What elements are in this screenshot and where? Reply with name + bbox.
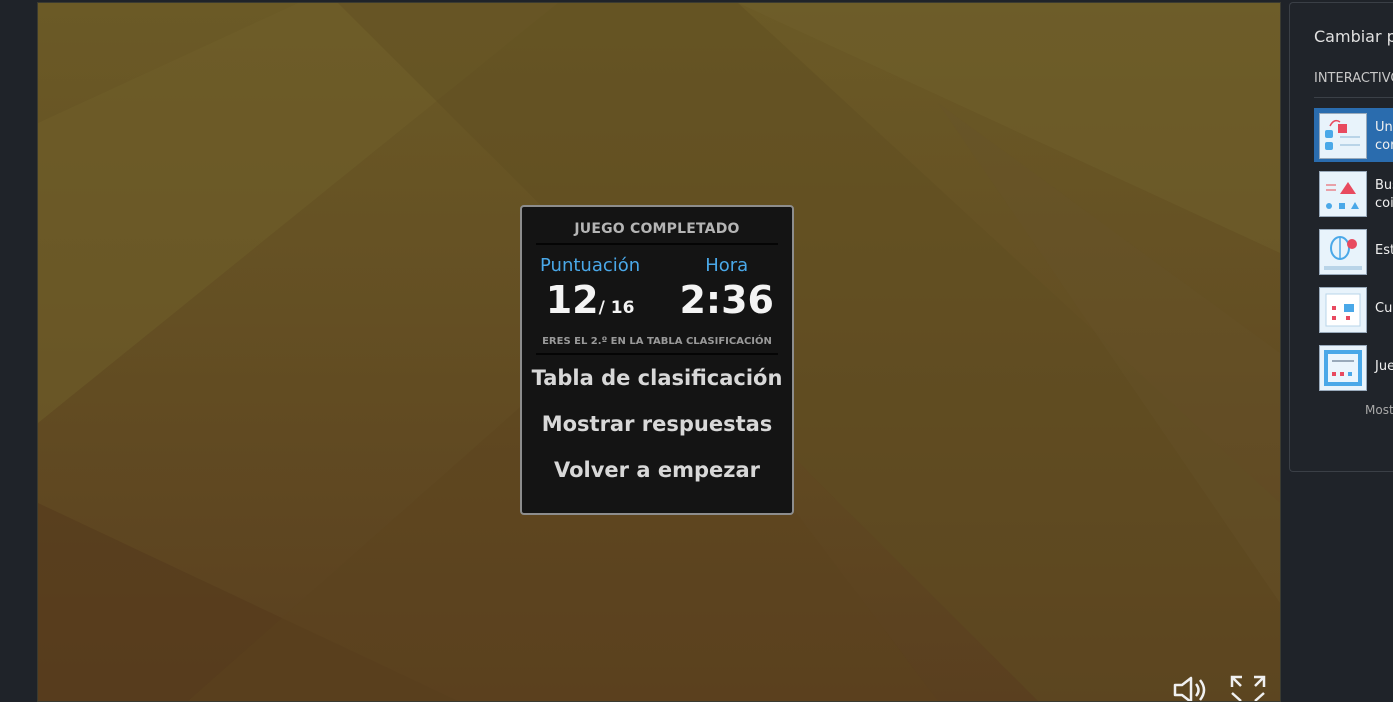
show-more-link[interactable]: Most (1365, 403, 1393, 417)
sound-button[interactable] (1171, 675, 1209, 701)
template-item-3[interactable]: Est (1314, 224, 1393, 278)
template-thumbnail (1319, 229, 1367, 275)
sidebar-title: Cambiar pl (1314, 27, 1393, 46)
template-sidebar: Cambiar pl INTERACTIVO Un cor (1289, 2, 1393, 472)
score-stat: Puntuación 12/ 16 (540, 255, 640, 332)
speaker-icon (1173, 676, 1206, 701)
template-label-line2: coi (1375, 196, 1393, 211)
template-thumbnail (1319, 287, 1367, 333)
template-item-2[interactable]: Bus coi (1314, 166, 1393, 220)
show-answers-button[interactable]: Mostrar respuestas (522, 401, 792, 447)
template-item-5[interactable]: Jue (1314, 340, 1393, 394)
sidebar-section: INTERACTIVO (1314, 71, 1393, 86)
template-label-line2: cor (1375, 138, 1393, 153)
template-item-1[interactable]: Un cor (1314, 108, 1393, 162)
score-label: Puntuación (540, 255, 641, 276)
template-item-4[interactable]: Cue (1314, 282, 1393, 336)
template-thumbnail (1319, 345, 1367, 391)
template-label-line1: Cue (1375, 301, 1393, 316)
leaderboard-button[interactable]: Tabla de clasificación (522, 355, 792, 401)
template-label-line1: Jue (1375, 359, 1393, 374)
game-complete-panel: JUEGO COMPLETADO Puntuación 12/ 16 Hora … (520, 205, 794, 515)
score-number: 12 (545, 278, 599, 322)
template-label-line1: Est (1375, 243, 1393, 258)
score-value: 12/ 16 (546, 276, 635, 332)
template-thumbnail (1319, 171, 1367, 217)
time-stat: Hora 2:36 (679, 255, 774, 332)
restart-button[interactable]: Volver a empezar (522, 447, 792, 493)
fullscreen-icon (1230, 675, 1266, 701)
template-thumbnail (1319, 113, 1367, 159)
leaderboard-rank: ERES EL 2.º EN LA TABLA CLASIFICACIÓN (536, 336, 778, 355)
time-value: 2:36 (679, 278, 774, 322)
sidebar-divider (1314, 97, 1393, 98)
game-area[interactable]: JUEGO COMPLETADO Puntuación 12/ 16 Hora … (37, 2, 1281, 702)
template-label-line1: Un (1375, 120, 1393, 135)
result-title: JUEGO COMPLETADO (536, 221, 778, 245)
fullscreen-button[interactable] (1230, 675, 1266, 701)
template-label-line1: Bus (1375, 178, 1393, 193)
score-total: / 16 (598, 298, 635, 318)
time-label: Hora (705, 255, 749, 276)
